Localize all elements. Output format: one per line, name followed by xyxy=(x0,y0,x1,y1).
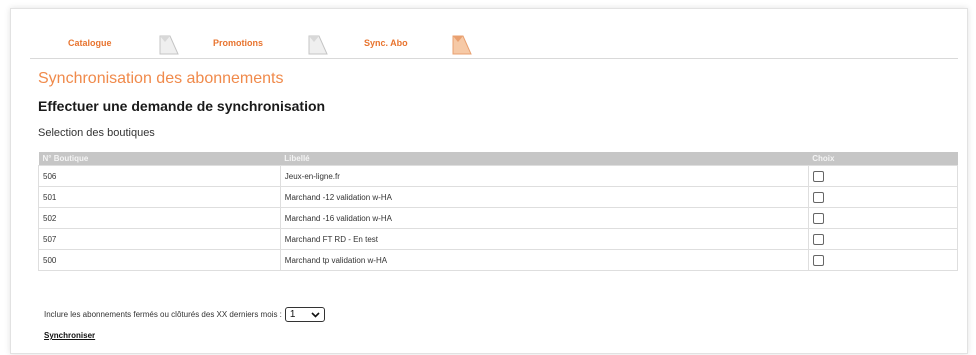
store-number: 500 xyxy=(38,249,281,271)
synchronize-link[interactable]: Synchroniser xyxy=(44,331,95,340)
store-checkbox[interactable] xyxy=(812,170,824,182)
stores-table: N° Boutique Libellé Choix 506 Jeux-en-li… xyxy=(38,152,959,271)
store-number: 507 xyxy=(38,228,281,250)
choice-cell xyxy=(807,249,959,271)
section-label: Selection des boutiques xyxy=(38,127,155,139)
choice-cell xyxy=(807,228,959,250)
tab-promotions[interactable]: Promotions xyxy=(213,38,263,48)
table-row: 507 Marchand FT RD - En test xyxy=(38,228,959,250)
choice-cell xyxy=(807,165,959,187)
page-subtitle: Effectuer une demande de synchronisation xyxy=(38,98,326,114)
tab-sync-abo[interactable]: Sync. Abo xyxy=(364,38,408,48)
store-number: 501 xyxy=(38,186,281,208)
chevron-down-icon xyxy=(311,311,320,318)
tab-bar: Catalogue Promotions Sync. Abo xyxy=(30,34,958,59)
header-label: Libellé xyxy=(280,152,809,166)
include-months-row: Inclure les abonnements fermés ou clôtur… xyxy=(44,307,325,322)
store-checkbox[interactable] xyxy=(812,254,824,266)
store-checkbox[interactable] xyxy=(812,191,824,203)
table-row: 500 Marchand tp validation w-HA xyxy=(38,249,959,271)
store-number: 502 xyxy=(38,207,281,229)
table-row: 501 Marchand -12 validation w-HA xyxy=(38,186,959,208)
table-header-row: N° Boutique Libellé Choix xyxy=(38,152,958,166)
header-choice: Choix xyxy=(808,152,958,166)
store-label: Marchand -16 validation w-HA xyxy=(279,207,809,229)
store-number: 506 xyxy=(38,165,281,187)
store-label: Marchand -12 validation w-HA xyxy=(279,186,809,208)
months-select-value: 1 xyxy=(289,309,296,320)
table-row: 502 Marchand -16 validation w-HA xyxy=(38,207,959,229)
tab-fold-icon xyxy=(308,35,328,55)
store-label: Jeux-en-ligne.fr xyxy=(279,165,809,187)
tab-fold-icon-active xyxy=(452,35,472,55)
store-checkbox[interactable] xyxy=(812,233,824,245)
tab-fold-icon xyxy=(159,35,179,55)
tab-catalogue[interactable]: Catalogue xyxy=(68,38,112,48)
include-months-label: Inclure les abonnements fermés ou clôtur… xyxy=(44,310,282,319)
store-checkbox[interactable] xyxy=(812,212,824,224)
choice-cell xyxy=(807,207,959,229)
table-row: 506 Jeux-en-ligne.fr xyxy=(38,165,959,187)
choice-cell xyxy=(807,186,959,208)
store-label: Marchand FT RD - En test xyxy=(279,228,809,250)
header-store-number: N° Boutique xyxy=(38,152,281,166)
store-label: Marchand tp validation w-HA xyxy=(279,249,809,271)
months-select[interactable]: 1 xyxy=(284,307,325,322)
page-title: Synchronisation des abonnements xyxy=(38,70,284,87)
